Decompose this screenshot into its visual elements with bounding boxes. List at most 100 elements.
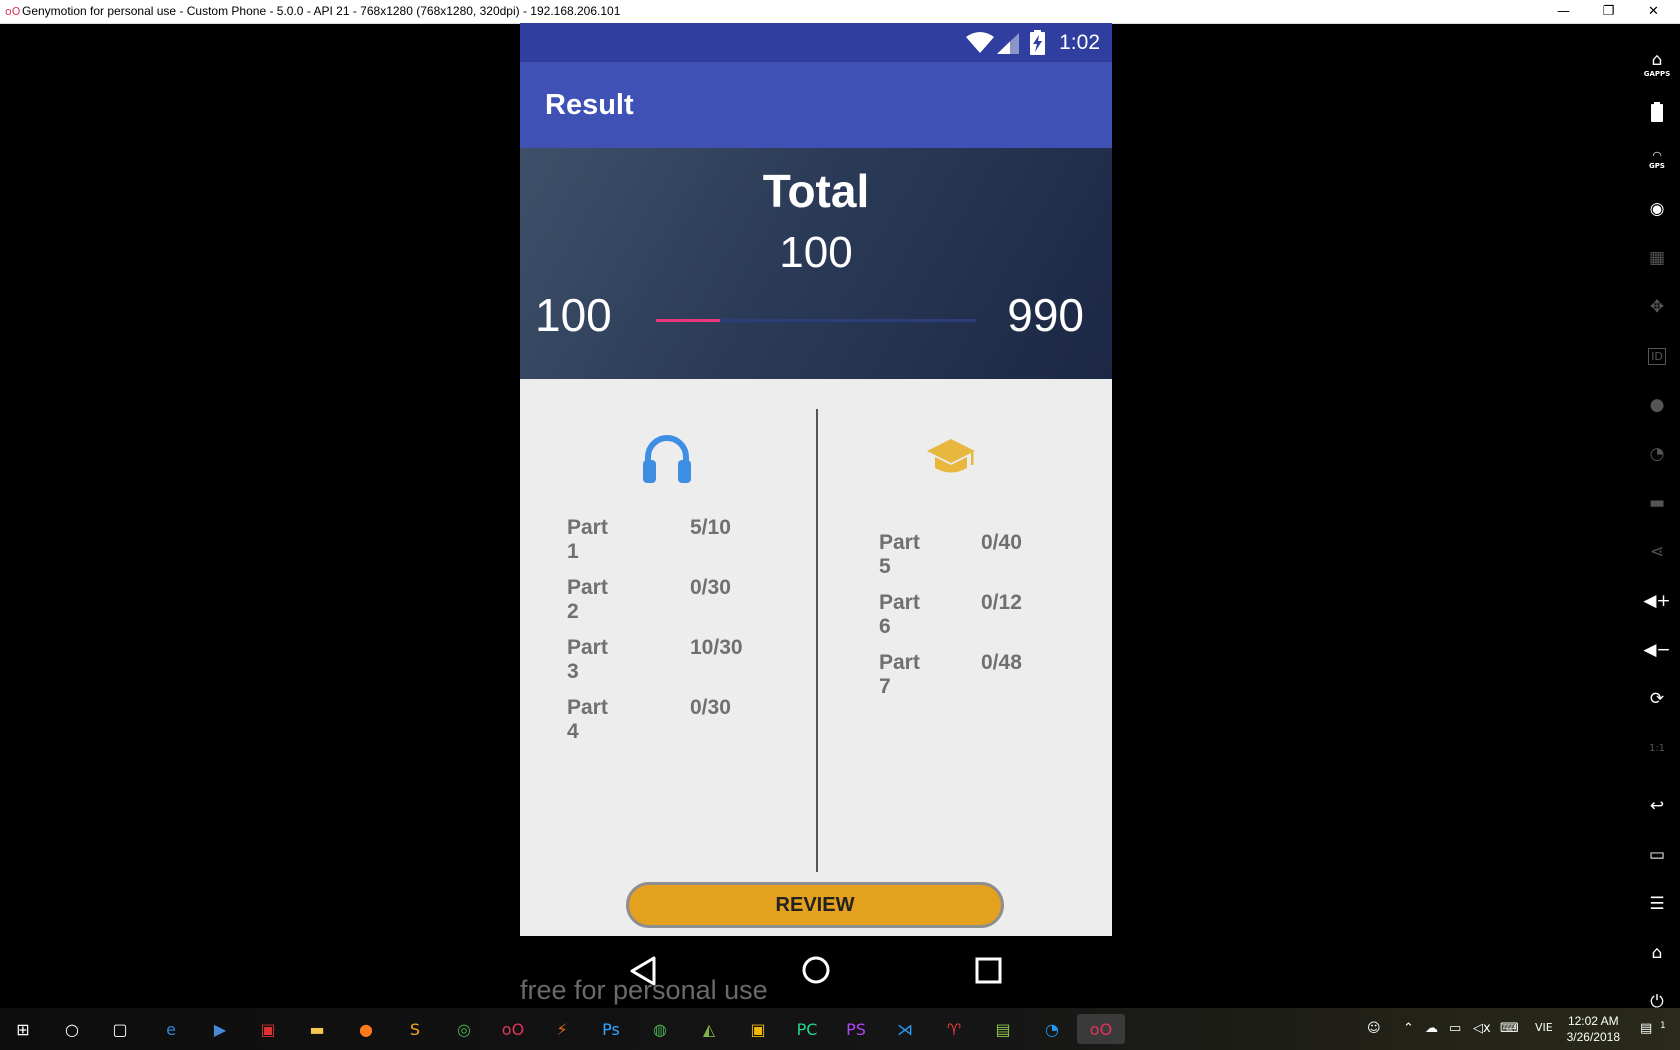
headphones-icon [643, 435, 691, 483]
genymotion-app[interactable]: oO [498, 1014, 528, 1044]
close-button[interactable]: ✕ [1631, 0, 1676, 23]
cortana-button[interactable]: ○ [57, 1014, 87, 1044]
recent-apps-icon: ▭ [1648, 845, 1666, 865]
gps-button[interactable]: ◠ GPS [1640, 143, 1674, 175]
wifi-icon [966, 32, 994, 53]
cloud-icon[interactable]: ☁ [1425, 1021, 1438, 1036]
genymotion-icon: oO [501, 1019, 525, 1039]
keyboard-icon[interactable]: ⌨ [1500, 1021, 1519, 1036]
score-progress-bar [656, 319, 976, 322]
part-label: Part 5 [879, 531, 920, 578]
phone-sms-button[interactable]: ▬ [1640, 487, 1674, 519]
battery-button[interactable] [1640, 96, 1674, 128]
disk-io-button[interactable]: ● [1640, 389, 1674, 421]
rotate-button[interactable]: ⟳ [1640, 683, 1674, 715]
windows-taskbar: ⊞ ○ ▢ e ▶ ▣ ▬ ● S ◎ oO ⚡ Ps ◍ ◭ ▣ PC PS … [0, 1008, 1680, 1050]
genymotion-toolbar: ⌂ GAPPS ◠ GPS ◉ ▦ ✥ ID ● ◔ ▬ ⋖ ◀+ ◀− ⟳ 1… [1640, 23, 1680, 1012]
chrome-app[interactable]: ◎ [449, 1014, 479, 1044]
task-view-button[interactable]: ▢ [105, 1014, 135, 1044]
review-button[interactable]: REVIEW [626, 882, 1004, 928]
photoshop-app[interactable]: Ps [596, 1014, 626, 1044]
app-pinned-10[interactable]: ⚡ [547, 1014, 577, 1044]
share-button[interactable]: ⋖ [1640, 536, 1674, 568]
volume-down-button[interactable]: ◀− [1640, 634, 1674, 666]
menu-button[interactable]: ☰ [1640, 888, 1674, 920]
file-explorer-app[interactable]: ▬ [302, 1014, 332, 1044]
restore-button[interactable]: ❐ [1586, 0, 1631, 23]
part-label: Part 4 [567, 696, 608, 743]
chevron-up-icon[interactable]: ⌃ [1403, 1021, 1414, 1036]
nav-home-icon[interactable] [801, 955, 831, 985]
messenger-app[interactable]: ◔ [1037, 1014, 1067, 1044]
network-icon[interactable]: ▭ [1449, 1021, 1461, 1036]
genymotion-active-app[interactable]: oO [1077, 1014, 1125, 1044]
nav-recents-icon[interactable] [975, 957, 1002, 984]
app-pinned-18[interactable]: ♈ [939, 1014, 969, 1044]
pycharm-app[interactable]: PC [792, 1014, 822, 1044]
part-score: 0/40 [981, 531, 1022, 554]
window-title: Genymotion for personal use - Custom Pho… [22, 4, 621, 18]
back-button[interactable]: ↩ [1640, 790, 1674, 822]
gapps-button[interactable]: ⌂ GAPPS [1640, 48, 1674, 80]
device-screen: 1:02 Result Total 100 100 990 Part 1 5/1… [520, 23, 1112, 936]
powershell-app[interactable]: ▶ [205, 1014, 235, 1044]
people-icon[interactable]: ☺ [1367, 1021, 1381, 1036]
graduation-cap-icon [927, 439, 975, 473]
clapperboard-icon: ▦ [1648, 248, 1666, 268]
back-icon: ↩ [1649, 796, 1665, 816]
home-button[interactable]: ⌂ [1640, 937, 1674, 969]
move-icon: ✥ [1649, 297, 1665, 317]
task-view-icon: ▢ [112, 1019, 128, 1039]
language-indicator[interactable]: VIE [1535, 1021, 1553, 1034]
chart-icon: ▤ [995, 1019, 1011, 1039]
score-progress-fill [656, 319, 720, 322]
column-divider [816, 409, 818, 872]
identifiers-button[interactable]: ID [1640, 340, 1674, 372]
volume-muted-icon[interactable]: ◁x [1473, 1021, 1491, 1036]
cell-signal-icon [997, 33, 1019, 54]
screencast-button[interactable]: ▦ [1640, 242, 1674, 274]
phpstorm-icon: PS [846, 1019, 866, 1039]
phpstorm-app[interactable]: PS [841, 1014, 871, 1044]
total-score-value: 100 [779, 228, 853, 277]
gapps-label: GAPPS [1643, 70, 1671, 78]
part-label: Part 1 [567, 516, 608, 563]
app-pinned-3[interactable]: ▣ [253, 1014, 283, 1044]
battery-icon [1651, 102, 1663, 122]
square-app-icon: ▣ [750, 1019, 766, 1039]
action-center-icon[interactable]: ▤ [1640, 1021, 1652, 1036]
app-pinned-19[interactable]: ▤ [988, 1014, 1018, 1044]
pixel-perfect-button[interactable]: 1:1 [1640, 732, 1674, 764]
sublime-app[interactable]: S [400, 1014, 430, 1044]
vscode-app[interactable]: ⋊ [890, 1014, 920, 1044]
minimize-button[interactable]: — [1541, 0, 1586, 23]
folder-icon: ▬ [309, 1019, 325, 1039]
volume-up-icon: ◀+ [1643, 591, 1671, 611]
start-button[interactable]: ⊞ [8, 1014, 38, 1044]
app-pinned-14[interactable]: ▣ [743, 1014, 773, 1044]
messenger-icon: ◔ [1045, 1019, 1059, 1039]
android-status-bar: 1:02 [520, 23, 1112, 62]
remote-control-button[interactable]: ✥ [1640, 291, 1674, 323]
app-pinned-12[interactable]: ◍ [645, 1014, 675, 1044]
app-tile-icon: ▣ [260, 1019, 276, 1039]
menu-icon: ☰ [1649, 894, 1665, 914]
android-icon: ◭ [702, 1019, 716, 1039]
score-max-value: 990 [1007, 289, 1084, 341]
window-title-bar: oO Genymotion for personal use - Custom … [0, 0, 1680, 24]
firefox-app[interactable]: ● [351, 1014, 381, 1044]
recent-apps-button[interactable]: ▭ [1640, 839, 1674, 871]
battery-charging-icon [1030, 30, 1045, 55]
windows-icon: ⊞ [16, 1019, 30, 1039]
network-button[interactable]: ◔ [1640, 438, 1674, 470]
android-studio-app[interactable]: ◭ [694, 1014, 724, 1044]
pycharm-icon: PC [796, 1019, 818, 1039]
webcam-icon: ◉ [1649, 199, 1665, 219]
webcam-button[interactable]: ◉ [1640, 193, 1674, 225]
volume-up-button[interactable]: ◀+ [1640, 585, 1674, 617]
powershell-icon: ▶ [213, 1019, 227, 1039]
edge-app[interactable]: e [156, 1014, 186, 1044]
part-label: Part 2 [567, 576, 608, 623]
taskbar-clock[interactable]: 12:02 AM 3/26/2018 [1567, 1013, 1620, 1045]
chrome-icon: ◎ [457, 1019, 471, 1039]
